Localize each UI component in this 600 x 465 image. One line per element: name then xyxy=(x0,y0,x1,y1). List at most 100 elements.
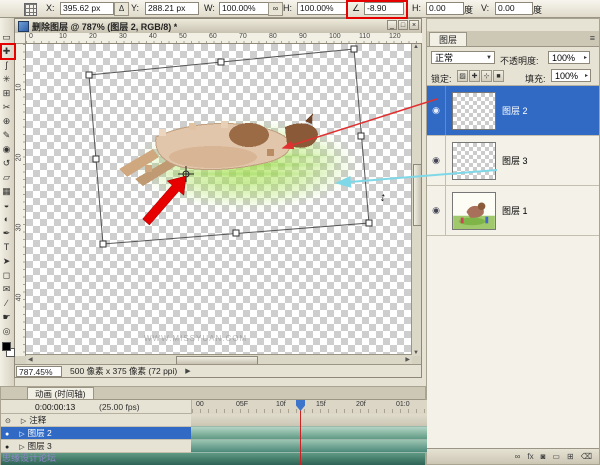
expand-icon[interactable]: ▷ xyxy=(21,418,26,425)
document-title-bar[interactable]: 删除图层 @ 787% (图层 2, RGB/8) * _ □ × xyxy=(15,19,421,34)
panel-menu-icon[interactable]: ≡ xyxy=(590,33,595,43)
gradient-tool[interactable]: ▦ xyxy=(0,184,13,198)
maximize-button[interactable]: □ xyxy=(398,20,408,30)
dodge-tool[interactable]: ◐ xyxy=(0,212,13,226)
vertical-scroll-thumb[interactable] xyxy=(413,164,422,226)
scroll-down-icon[interactable]: ▼ xyxy=(413,350,419,356)
transform-handle-bottom-left[interactable] xyxy=(100,241,106,247)
fill-spinner-icon[interactable]: ▸ xyxy=(585,70,588,83)
horizontal-scrollbar[interactable]: ◀ ▶ xyxy=(26,354,412,364)
track-layer-2[interactable]: ● ▷ 图层 2 xyxy=(1,427,191,440)
layer-style-icon[interactable]: fx xyxy=(527,452,533,461)
layer-row-layer-1[interactable]: ◉ 图层 1 xyxy=(427,186,599,236)
transform-handle-top-left[interactable] xyxy=(86,72,92,78)
zoom-tool[interactable]: ◎ xyxy=(0,324,13,338)
visibility-eye-icon[interactable]: ● xyxy=(5,444,9,451)
h-skew-field[interactable]: 0.00 xyxy=(426,2,464,15)
layer-name[interactable]: 图层 2 xyxy=(502,104,528,117)
layer-thumbnail[interactable] xyxy=(452,192,496,230)
hand-tool[interactable]: ☛ xyxy=(0,310,13,324)
eyedropper-tool[interactable]: ∕ xyxy=(0,296,13,310)
delete-layer-icon[interactable]: ⌫ xyxy=(581,452,592,461)
rectangular-marquee-tool[interactable]: ▭ xyxy=(0,30,13,44)
eraser-tool[interactable]: ▱ xyxy=(0,170,13,184)
scroll-right-icon[interactable]: ▶ xyxy=(405,356,410,363)
layer-thumbnail[interactable] xyxy=(452,142,496,180)
path-selection-tool[interactable]: ➤ xyxy=(0,254,13,268)
fill-field[interactable]: 100% ▸ xyxy=(551,69,591,82)
layer-mask-icon[interactable]: ◙ xyxy=(541,452,546,461)
link-layers-icon[interactable]: ∞ xyxy=(515,452,521,461)
magic-wand-tool[interactable]: ✳ xyxy=(0,72,13,86)
link-dimensions-icon[interactable]: ∞ xyxy=(268,2,283,16)
shape-tool[interactable]: ◻ xyxy=(0,268,13,282)
layer-row-layer-3[interactable]: ◉ 图层 3 xyxy=(427,136,599,186)
opacity-field[interactable]: 100% ▸ xyxy=(548,51,590,64)
notes-tool[interactable]: ✉ xyxy=(0,282,13,296)
v-skew-field[interactable]: 0.00 xyxy=(495,2,533,15)
transform-handle-bottom-center[interactable] xyxy=(233,230,239,236)
status-menu-arrow-icon[interactable]: ▶ xyxy=(185,367,190,375)
width-field[interactable]: 100.00% xyxy=(219,2,269,15)
transform-handle-top-right[interactable] xyxy=(351,46,357,52)
brush-tool[interactable]: ✎ xyxy=(0,128,13,142)
healing-brush-tool[interactable]: ⊕ xyxy=(0,114,13,128)
zoom-level-field[interactable]: 787.45% xyxy=(16,366,62,377)
foreground-color-swatch[interactable] xyxy=(2,342,11,351)
minimize-button[interactable]: _ xyxy=(387,20,397,30)
canvas[interactable]: WWW.MISSYUAN.COM ↕ xyxy=(26,44,413,356)
lock-position-icon[interactable]: ⊹ xyxy=(481,70,492,82)
reference-point-crosshair[interactable] xyxy=(178,166,194,182)
expand-icon[interactable]: ▷ xyxy=(19,444,24,451)
track-name[interactable]: 注释 xyxy=(29,415,46,425)
visibility-eye-icon[interactable]: ◉ xyxy=(427,86,446,135)
track-bar[interactable] xyxy=(191,414,427,427)
tab-layers[interactable]: 图层 xyxy=(429,32,467,46)
opacity-spinner-icon[interactable]: ▸ xyxy=(584,52,587,65)
type-tool[interactable]: T xyxy=(0,240,13,254)
reference-point-locator-icon[interactable] xyxy=(24,3,37,16)
scroll-left-icon[interactable]: ◀ xyxy=(28,356,33,363)
transform-handle-left-center[interactable] xyxy=(93,156,99,162)
rotation-field[interactable]: -8.90 xyxy=(364,2,404,15)
visibility-eye-icon[interactable]: ◉ xyxy=(427,186,446,235)
horizontal-ruler[interactable]: 0 10 20 30 40 50 60 70 80 90 100 110 120 xyxy=(26,33,422,44)
relative-positioning-button[interactable]: Δ xyxy=(114,2,129,16)
crop-tool[interactable]: ⊞ xyxy=(0,86,13,100)
lock-transparency-icon[interactable]: ▨ xyxy=(457,70,468,82)
visibility-eye-icon[interactable]: ◉ xyxy=(427,136,446,185)
track-duration-bar[interactable] xyxy=(191,440,427,453)
visibility-eye-icon[interactable]: ● xyxy=(5,431,9,438)
expand-icon[interactable]: ▷ xyxy=(19,431,24,438)
new-group-icon[interactable]: ▭ xyxy=(552,452,560,461)
vertical-ruler[interactable]: 10 20 30 40 xyxy=(15,44,26,356)
y-position-field[interactable]: 288.21 px xyxy=(145,2,199,15)
pen-tool[interactable]: ✒ xyxy=(0,226,13,240)
new-layer-icon[interactable]: ⊞ xyxy=(567,452,574,461)
blur-tool[interactable]: ◒ xyxy=(0,198,13,212)
move-tool[interactable]: ✚ xyxy=(0,44,13,58)
layer-name[interactable]: 图层 1 xyxy=(502,204,528,217)
close-button[interactable]: × xyxy=(409,20,419,30)
x-position-field[interactable]: 395.62 px xyxy=(60,2,114,15)
transform-handle-right-center[interactable] xyxy=(358,133,364,139)
lasso-tool[interactable]: ʃ xyxy=(0,58,13,72)
vertical-scrollbar[interactable]: ▲ ▼ xyxy=(411,44,421,356)
blend-mode-select[interactable]: 正常 ▼ xyxy=(431,51,495,64)
layer-row-layer-2[interactable]: ◉ 图层 2 xyxy=(427,86,599,136)
track-comments[interactable]: ⊙▷注释 xyxy=(1,414,191,427)
height-field[interactable]: 100.00% xyxy=(297,2,347,15)
history-brush-tool[interactable]: ↺ xyxy=(0,156,13,170)
lock-image-icon[interactable]: ✚ xyxy=(469,70,480,82)
track-duration-bar[interactable] xyxy=(191,427,427,440)
clone-stamp-tool[interactable]: ◉ xyxy=(0,142,13,156)
timeline-ruler[interactable]: 00 05F 10f 15f 20f 01:0 xyxy=(191,400,427,414)
tab-animation-timeline[interactable]: 动画 (时间轴) xyxy=(27,387,94,399)
slice-tool[interactable]: ✂ xyxy=(0,100,13,114)
transform-handle-top-center[interactable] xyxy=(218,59,224,65)
track-name[interactable]: 图层 3 xyxy=(28,441,52,451)
lock-all-icon[interactable]: ■ xyxy=(493,70,504,82)
layer-name[interactable]: 图层 3 xyxy=(502,154,528,167)
track-name[interactable]: 图层 2 xyxy=(28,428,52,438)
scroll-up-icon[interactable]: ▲ xyxy=(413,44,419,50)
